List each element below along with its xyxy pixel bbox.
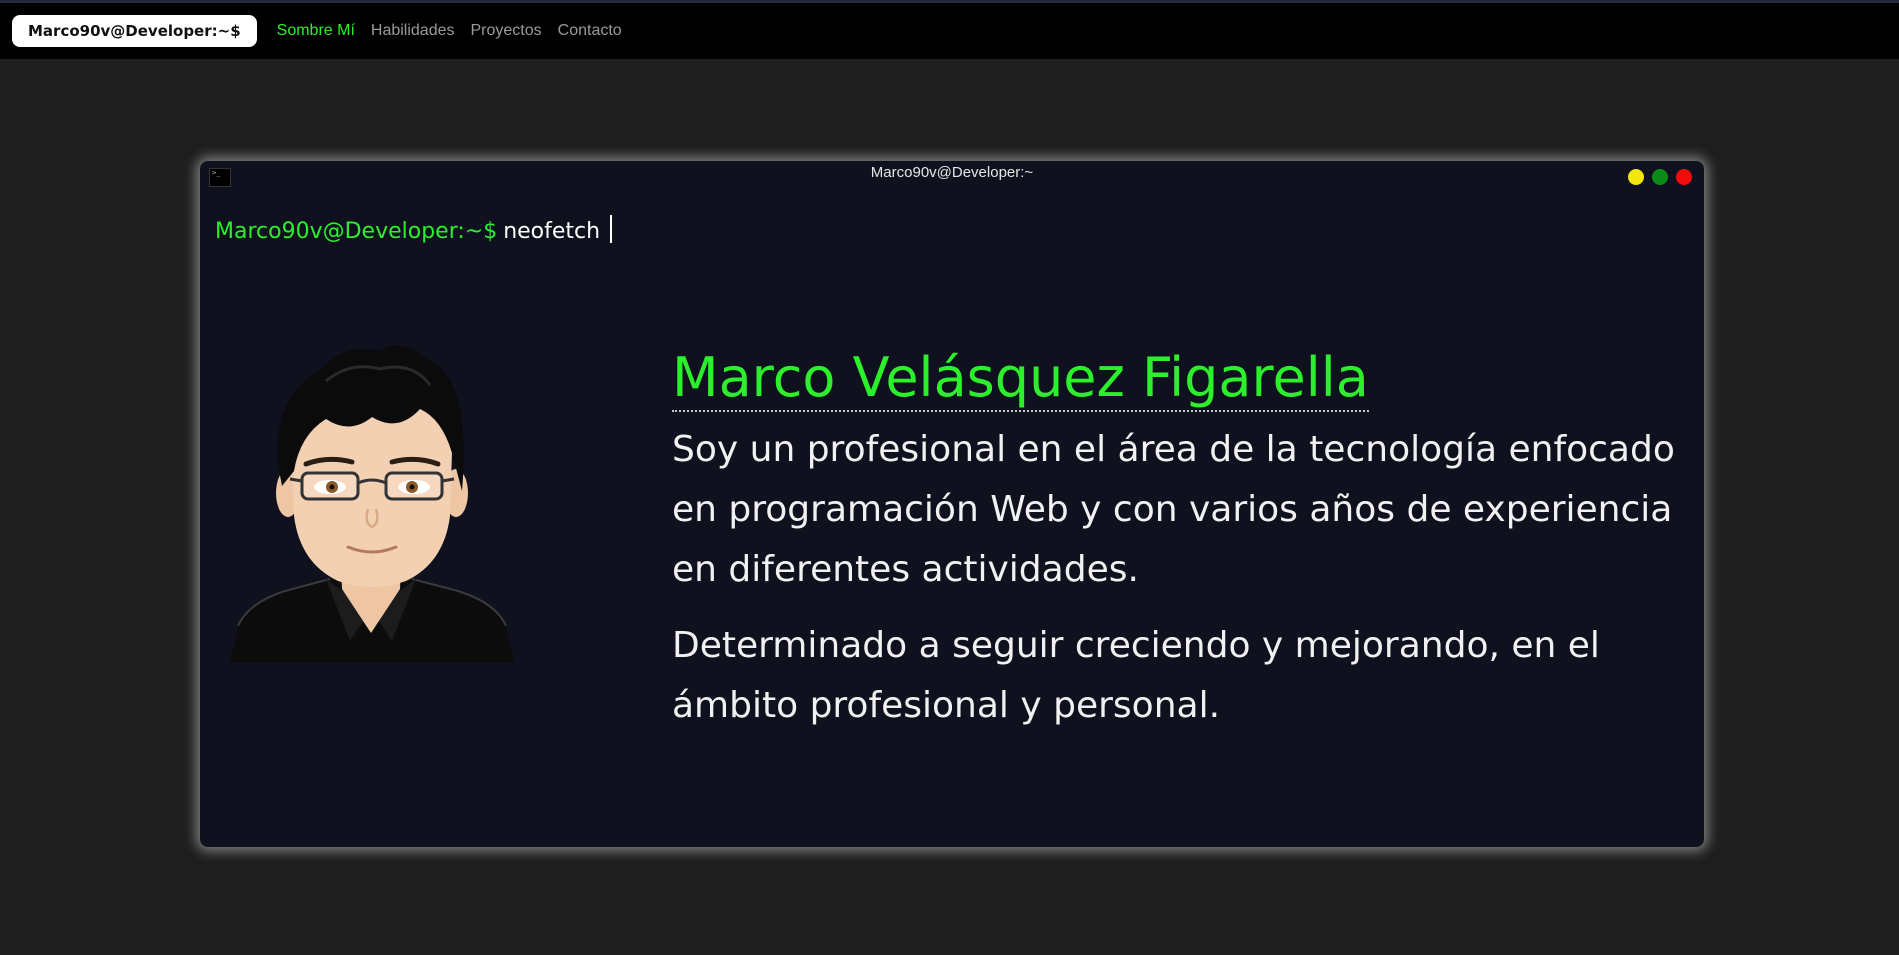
maximize-dot-icon[interactable] bbox=[1652, 169, 1668, 185]
prompt-text: Marco90v@Developer:~$ bbox=[215, 219, 498, 244]
profile-name: Marco Velásquez Figarella bbox=[672, 346, 1369, 412]
nav-link-habilidades[interactable]: Habilidades bbox=[371, 22, 455, 40]
nav-link-contacto[interactable]: Contacto bbox=[558, 22, 622, 40]
minimize-dot-icon[interactable] bbox=[1628, 169, 1644, 185]
nav-link-proyectos[interactable]: Proyectos bbox=[471, 22, 542, 40]
terminal-window: >_ Marco90v@Developer:~ Marco90v@Develop… bbox=[200, 161, 1704, 847]
profile-goal: Determinado a seguir creciendo y mejoran… bbox=[672, 625, 1600, 726]
profile-content: Marco Velásquez Figarella Soy un profesi… bbox=[672, 346, 1682, 736]
avatar-illustration bbox=[230, 345, 515, 663]
command-text: neofetch bbox=[503, 219, 601, 244]
profile-description: Soy un profesional en el área de la tecn… bbox=[672, 429, 1675, 590]
brand-button[interactable]: Marco90v@Developer:~$ bbox=[12, 15, 257, 47]
text-cursor bbox=[610, 215, 613, 243]
navbar: Marco90v@Developer:~$ Sombre Mí Habilida… bbox=[0, 3, 1899, 59]
close-dot-icon[interactable] bbox=[1676, 169, 1692, 185]
terminal-titlebar: >_ Marco90v@Developer:~ bbox=[200, 161, 1704, 189]
nav-links: Sombre Mí Habilidades Proyectos Contacto bbox=[269, 22, 630, 40]
window-controls bbox=[1620, 169, 1692, 185]
command-line: Marco90v@Developer:~$ neofetch bbox=[215, 215, 613, 244]
nav-link-sobre-mi[interactable]: Sombre Mí bbox=[277, 22, 355, 40]
terminal-title: Marco90v@Developer:~ bbox=[870, 164, 1034, 181]
